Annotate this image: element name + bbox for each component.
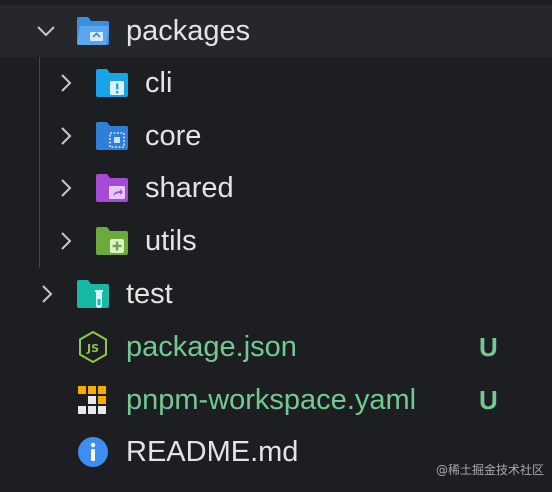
folder-test-icon [77, 280, 109, 308]
watermark: @稀土掘金技术社区 [435, 463, 544, 477]
chevron-right-icon[interactable] [56, 73, 76, 93]
tree-item-label: pnpm-workspace.yaml [126, 384, 417, 416]
chevron-right-icon[interactable] [56, 126, 76, 146]
tree-item-shared[interactable]: shared [0, 162, 552, 214]
chevron-right-icon[interactable] [56, 231, 76, 251]
info-icon [78, 437, 108, 467]
tree-item-label: utils [145, 225, 197, 257]
folder-open-icon [77, 17, 109, 45]
untracked-badge: U [479, 332, 498, 362]
tree-item-test[interactable]: test [0, 268, 552, 320]
folder-utils-icon [96, 227, 128, 255]
file-explorer: packages cli core shared utils test JS p… [0, 0, 552, 492]
tree-item-label: package.json [126, 331, 297, 363]
tree-item-label: test [126, 278, 173, 310]
chevron-right-icon[interactable] [56, 178, 76, 198]
tree-item-label: cli [145, 67, 173, 99]
svg-text:JS: JS [86, 342, 99, 355]
tree-item-packages[interactable]: packages [0, 5, 552, 57]
tree-item-label: packages [126, 15, 251, 47]
chevron-down-icon[interactable] [36, 21, 56, 41]
pnpm-icon [78, 386, 106, 414]
tree-item-label: core [145, 120, 202, 152]
tree-item-package-json[interactable]: JS package.json U [0, 321, 552, 373]
tree-item-utils[interactable]: utils [0, 215, 552, 267]
tree-item-core[interactable]: core [0, 110, 552, 162]
folder-shared-icon [96, 174, 128, 202]
untracked-badge: U [479, 385, 498, 415]
chevron-right-icon[interactable] [37, 284, 57, 304]
tree-item-pnpm-workspace[interactable]: pnpm-workspace.yaml U [0, 374, 552, 426]
tree-item-label: README.md [126, 436, 299, 468]
nodejs-icon: JS [79, 331, 107, 363]
tree-item-cli[interactable]: cli [0, 57, 552, 109]
tree-item-label: shared [145, 172, 234, 204]
folder-cli-icon [96, 69, 128, 97]
folder-core-icon [96, 122, 128, 150]
